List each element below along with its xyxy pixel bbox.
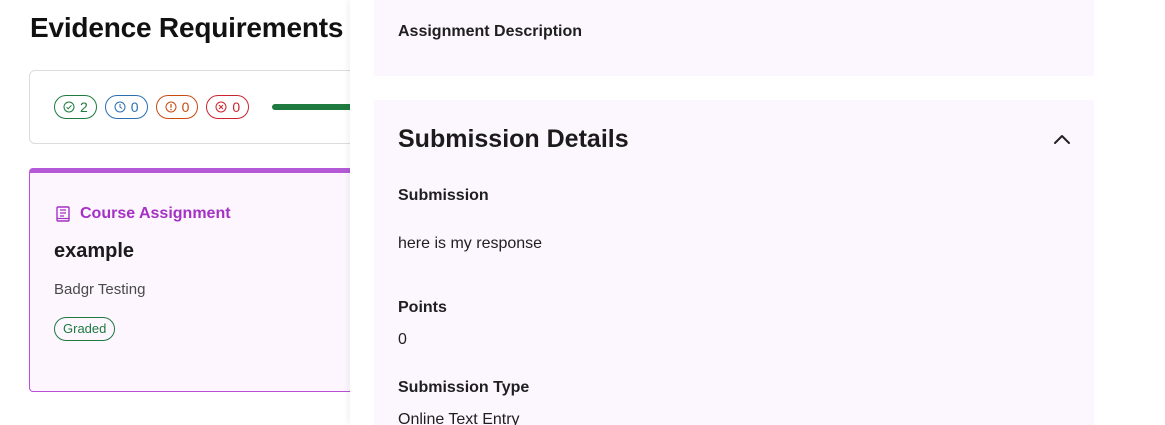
details-drawer: Assignment Description Submission Detail… (350, 0, 1165, 425)
assignment-type-label: Course Assignment (80, 205, 231, 222)
error-count-badge: 0 (206, 95, 250, 119)
x-circle-icon (215, 101, 227, 113)
check-circle-icon (63, 101, 75, 113)
points-label: Points (398, 299, 447, 316)
assignment-type: Course Assignment (54, 205, 231, 223)
submission-label: Submission (398, 187, 489, 204)
assignment-title: example (54, 240, 135, 262)
clock-icon (114, 101, 126, 113)
alert-circle-icon (165, 101, 177, 113)
warning-count: 0 (181, 99, 190, 115)
warning-count-badge: 0 (155, 95, 199, 119)
completed-count-badge: 2 (54, 95, 97, 119)
status-badges: 2 0 0 0 (54, 95, 250, 119)
submission-value: here is my response (398, 235, 543, 252)
submission-type-label: Submission Type (398, 379, 530, 396)
assignment-description-label: Assignment Description (398, 23, 583, 40)
book-icon (56, 206, 70, 222)
page-root: Evidence Requirements 2 0 0 0 Course Ass… (0, 0, 1165, 425)
page-title: Evidence Requirements (30, 12, 344, 43)
status-badge: Graded (54, 317, 116, 341)
submission-details-title: Submission Details (398, 125, 629, 153)
completed-count: 2 (80, 99, 88, 115)
pending-count: 0 (130, 99, 139, 115)
error-count: 0 (232, 99, 241, 115)
assignment-organization: Badgr Testing (54, 281, 146, 298)
submission-type-value: Online Text Entry (398, 411, 520, 425)
assignment-description-panel: Assignment Description (374, 0, 1094, 76)
points-value: 0 (398, 331, 407, 348)
submission-details-panel: Submission Details Submission here is my… (374, 100, 1094, 425)
chevron-up-icon[interactable] (1052, 130, 1072, 150)
pending-count-badge: 0 (104, 95, 148, 119)
